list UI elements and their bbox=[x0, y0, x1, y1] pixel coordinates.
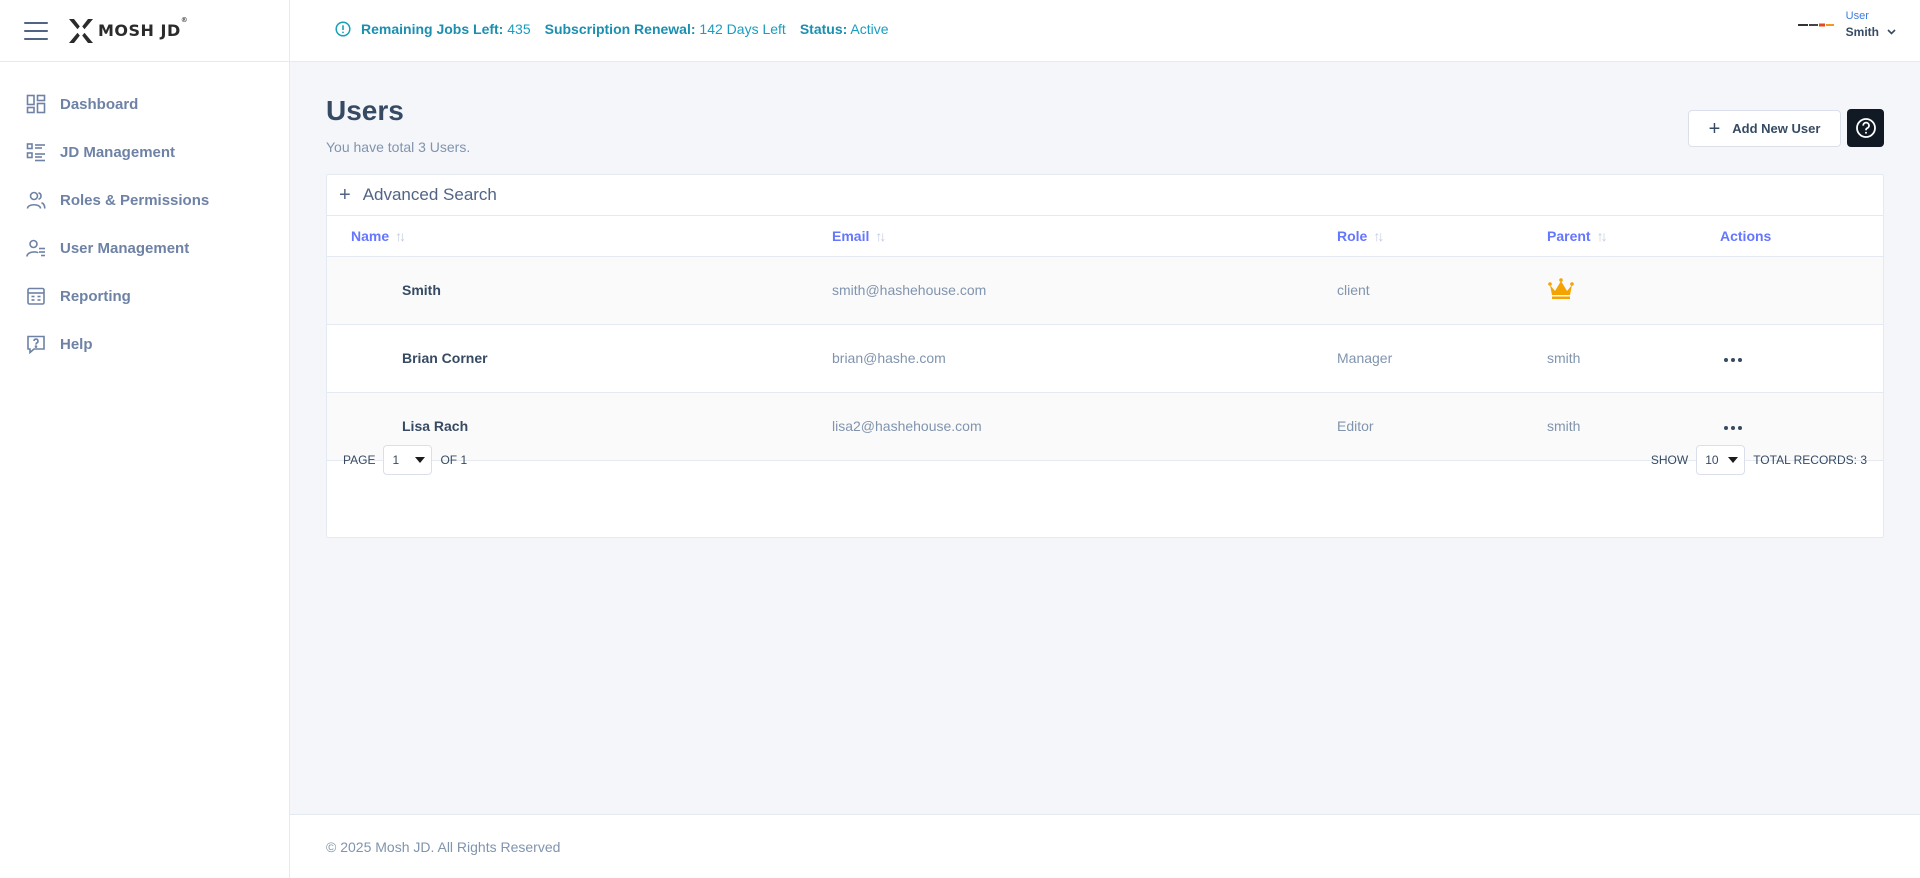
plus-icon: + bbox=[1708, 117, 1721, 140]
sidebar-item-label: JD Management bbox=[60, 143, 176, 161]
sidebar-item-label: Dashboard bbox=[60, 95, 139, 113]
remaining-jobs: Remaining Jobs Left: 435 bbox=[361, 21, 531, 37]
sort-icon: ↑↓ bbox=[875, 227, 886, 244]
list-icon bbox=[26, 142, 46, 162]
subscription-status: Status: Active bbox=[799, 21, 889, 37]
sort-icon: ↑↓ bbox=[1596, 227, 1608, 244]
column-header-email[interactable]: Email ↑↓ bbox=[832, 216, 1337, 256]
column-header-name[interactable]: Name ↑↓ bbox=[327, 216, 832, 256]
sidebar-item-label: Reporting bbox=[60, 287, 131, 305]
page-size-controls: SHOW 10 TOTAL RECORDS: 3 bbox=[1651, 445, 1867, 475]
add-new-user-button[interactable]: + Add New User bbox=[1688, 110, 1841, 147]
users-icon bbox=[26, 190, 46, 210]
report-icon bbox=[26, 286, 46, 306]
column-header-actions: Actions bbox=[1720, 227, 1772, 244]
cell-actions bbox=[1720, 256, 1883, 324]
page-size-select[interactable]: 10 bbox=[1696, 445, 1746, 475]
user-name: Smith bbox=[1846, 25, 1896, 39]
menu-toggle-icon[interactable] bbox=[24, 21, 48, 40]
sidebar-item-label: Roles & Permissions bbox=[60, 191, 210, 209]
page-label: PAGE bbox=[343, 453, 376, 467]
cell-name: Smith bbox=[402, 282, 441, 298]
sidebar-item-label: User Management bbox=[60, 239, 190, 257]
pagination: PAGE 1 OF 1 SHOW 10 TOTAL RECORDS: 3 bbox=[343, 445, 1867, 475]
more-options-icon[interactable] bbox=[1720, 420, 1746, 436]
sidebar-item-help[interactable]: Help bbox=[0, 320, 289, 368]
users-table-card: + Advanced Search Name ↑↓ Email ↑↓ Role ↑↓ … bbox=[326, 174, 1884, 538]
column-header-parent[interactable]: Parent ↑↓ bbox=[1547, 216, 1720, 256]
sidebar-item-reporting[interactable]: Reporting bbox=[0, 272, 289, 320]
chevron-down-icon bbox=[1887, 29, 1896, 35]
dashboard-grid-icon bbox=[26, 94, 46, 114]
cell-role: client bbox=[1337, 282, 1370, 298]
sort-icon: ↑↓ bbox=[395, 227, 406, 244]
more-options-icon[interactable] bbox=[1720, 352, 1746, 368]
total-records: TOTAL RECORDS: 3 bbox=[1753, 453, 1867, 467]
subscription-info: Remaining Jobs Left: 435 Subscription Re… bbox=[335, 21, 903, 37]
topbar: Remaining Jobs Left: 435 Subscription Re… bbox=[290, 0, 1920, 62]
cell-parent bbox=[1547, 256, 1720, 324]
sort-icon: ↑↓ bbox=[1373, 227, 1384, 244]
user-info: User Smith bbox=[1846, 10, 1896, 39]
cell-name: Brian Corner bbox=[402, 350, 488, 366]
help-button[interactable] bbox=[1847, 109, 1884, 147]
sidebar-nav: Dashboard JD Management Roles & Permissi… bbox=[0, 62, 289, 368]
cell-actions bbox=[1720, 324, 1883, 392]
users-table: Name ↑↓ Email ↑↓ Role ↑↓ Parent ↑↓ Actions S… bbox=[327, 216, 1883, 461]
user-role: User bbox=[1845, 10, 1869, 22]
sidebar-item-dashboard[interactable]: Dashboard bbox=[0, 80, 289, 128]
advanced-search-toggle[interactable]: + Advanced Search bbox=[327, 175, 1883, 216]
show-label: SHOW bbox=[1650, 453, 1689, 467]
sidebar-item-user-management[interactable]: User Management bbox=[0, 224, 289, 272]
help-question-icon bbox=[26, 334, 46, 354]
cell-email: smith@hashehouse.com bbox=[832, 282, 987, 298]
brand-mark-icon bbox=[69, 18, 93, 43]
caret-down-icon bbox=[1728, 457, 1739, 463]
page-subtitle: You have total 3 Users. bbox=[326, 139, 471, 155]
sidebar-item-label: Help bbox=[60, 335, 93, 353]
sidebar-header: MOSH JD® bbox=[0, 0, 289, 62]
table-row[interactable]: Smith smith@hashehouse.com client bbox=[327, 256, 1883, 324]
sidebar-item-jd-management[interactable]: JD Management bbox=[0, 128, 289, 176]
question-circle-icon bbox=[1855, 118, 1876, 138]
user-list-icon bbox=[26, 238, 46, 258]
crown-icon bbox=[1548, 277, 1574, 299]
cell-email: brian@hashe.com bbox=[832, 350, 946, 366]
caret-down-icon bbox=[415, 457, 426, 463]
plus-icon: + bbox=[339, 184, 351, 206]
page-title: Users bbox=[326, 95, 404, 126]
sidebar-item-roles-permissions[interactable]: Roles & Permissions bbox=[0, 176, 289, 224]
alert-circle-icon bbox=[335, 21, 351, 37]
table-header-row: Name ↑↓ Email ↑↓ Role ↑↓ Parent ↑↓ Actions bbox=[327, 216, 1883, 256]
cell-parent: smith bbox=[1547, 350, 1581, 366]
sidebar: MOSH JD® Dashboard JD Management Roles &… bbox=[0, 0, 290, 878]
footer: © 2025 Mosh JD. All Rights Reserved bbox=[290, 814, 1920, 878]
user-menu-toggle[interactable]: User Smith bbox=[1797, 10, 1896, 39]
cell-role: Manager bbox=[1337, 350, 1393, 366]
brand-logo[interactable]: MOSH JD® bbox=[66, 16, 188, 46]
copyright-text: © 2025 Mosh JD. All Rights Reserved bbox=[326, 839, 561, 855]
brand-name: MOSH JD® bbox=[98, 16, 189, 40]
subscription-renewal: Subscription Renewal: 142 Days Left bbox=[544, 21, 786, 37]
column-header-role[interactable]: Role ↑↓ bbox=[1337, 216, 1547, 256]
page-of-label: OF 1 bbox=[440, 453, 468, 467]
page-select[interactable]: 1 bbox=[383, 445, 433, 475]
company-logo-icon bbox=[1797, 20, 1834, 30]
table-row[interactable]: Brian Corner brian@hashe.com Manager smi… bbox=[327, 324, 1883, 392]
